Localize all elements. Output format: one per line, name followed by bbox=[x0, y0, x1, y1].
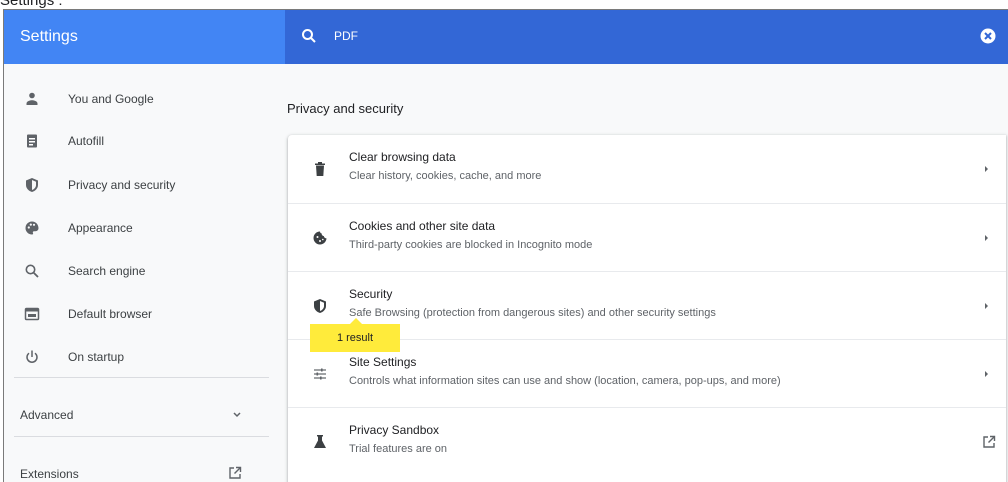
sidebar-item-label: Default browser bbox=[68, 307, 153, 321]
row-subtitle: Clear history, cookies, cache, and more bbox=[349, 170, 542, 182]
sidebar-item-label: Search engine bbox=[68, 264, 146, 278]
chevron-right-icon bbox=[982, 233, 990, 243]
palette-icon bbox=[24, 220, 40, 236]
page-title: Settings bbox=[20, 28, 78, 45]
privacy-settings-card: Clear browsing data Clear history, cooki… bbox=[288, 135, 1006, 482]
chevron-right-icon bbox=[982, 301, 990, 311]
sidebar-divider bbox=[14, 377, 269, 378]
sidebar-item-default-browser[interactable]: Default browser bbox=[4, 300, 272, 328]
clear-search-icon[interactable] bbox=[980, 28, 996, 44]
browser-window-icon bbox=[24, 306, 40, 322]
flask-icon bbox=[312, 434, 328, 450]
row-cookies[interactable]: Cookies and other site data Third-party … bbox=[288, 203, 1006, 272]
sidebar-item-label: Privacy and security bbox=[68, 178, 176, 192]
settings-window: Settings You and Google Autofill P bbox=[3, 9, 1008, 482]
row-subtitle: Safe Browsing (protection from dangerous… bbox=[349, 307, 716, 319]
sidebar-item-appearance[interactable]: Appearance bbox=[4, 214, 272, 242]
row-privacy-sandbox[interactable]: Privacy Sandbox Trial features are on bbox=[288, 407, 1006, 476]
row-subtitle: Trial features are on bbox=[349, 443, 448, 455]
sidebar: You and Google Autofill Privacy and secu… bbox=[4, 64, 272, 482]
row-title: Site Settings bbox=[349, 355, 417, 369]
row-title: Clear browsing data bbox=[349, 150, 456, 164]
row-subtitle: Controls what information sites can use … bbox=[349, 375, 781, 387]
row-title: Security bbox=[349, 287, 393, 301]
window-caption: Settings : bbox=[0, 0, 63, 9]
section-title: Privacy and security bbox=[287, 101, 404, 116]
sidebar-item-on-startup[interactable]: On startup bbox=[4, 343, 272, 371]
clipboard-icon bbox=[24, 133, 40, 149]
search-result-bubble: 1 result bbox=[310, 318, 400, 352]
security-shield-icon bbox=[312, 298, 328, 314]
sidebar-item-privacy[interactable]: Privacy and security bbox=[4, 171, 272, 199]
row-title: Privacy Sandbox bbox=[349, 423, 440, 437]
chevron-right-icon bbox=[982, 164, 990, 174]
person-icon bbox=[24, 91, 40, 107]
advanced-label: Advanced bbox=[20, 408, 74, 422]
chevron-right-icon bbox=[982, 369, 990, 379]
sidebar-divider bbox=[14, 436, 269, 437]
row-subtitle: Third-party cookies are blocked in Incog… bbox=[349, 239, 593, 251]
sidebar-item-label: Autofill bbox=[68, 134, 105, 148]
power-icon bbox=[24, 349, 40, 365]
trash-icon bbox=[312, 161, 328, 177]
search-input[interactable] bbox=[334, 29, 834, 43]
toolbar: Settings bbox=[4, 10, 1008, 64]
sidebar-item-search-engine[interactable]: Search engine bbox=[4, 257, 272, 285]
sidebar-item-label: On startup bbox=[68, 350, 125, 364]
chevron-down-icon bbox=[232, 412, 242, 418]
sidebar-item-label: You and Google bbox=[68, 92, 154, 106]
sidebar-advanced-toggle[interactable]: Advanced bbox=[4, 401, 272, 429]
open-external-icon bbox=[228, 466, 242, 480]
sidebar-item-autofill[interactable]: Autofill bbox=[4, 127, 272, 155]
sidebar-item-you-and-google[interactable]: You and Google bbox=[4, 85, 272, 113]
shield-icon bbox=[24, 177, 40, 193]
search-icon[interactable] bbox=[301, 28, 317, 44]
search-icon bbox=[24, 263, 40, 279]
sidebar-item-extensions[interactable]: Extensions bbox=[4, 460, 272, 482]
row-clear-browsing-data[interactable]: Clear browsing data Clear history, cooki… bbox=[288, 135, 1006, 203]
sliders-icon bbox=[312, 366, 328, 382]
sidebar-item-label: Appearance bbox=[68, 221, 133, 235]
cookie-icon bbox=[312, 230, 328, 246]
toolbar-title-area: Settings bbox=[4, 10, 285, 64]
open-external-icon bbox=[982, 435, 996, 449]
extensions-label: Extensions bbox=[20, 467, 79, 481]
row-title: Cookies and other site data bbox=[349, 219, 496, 233]
